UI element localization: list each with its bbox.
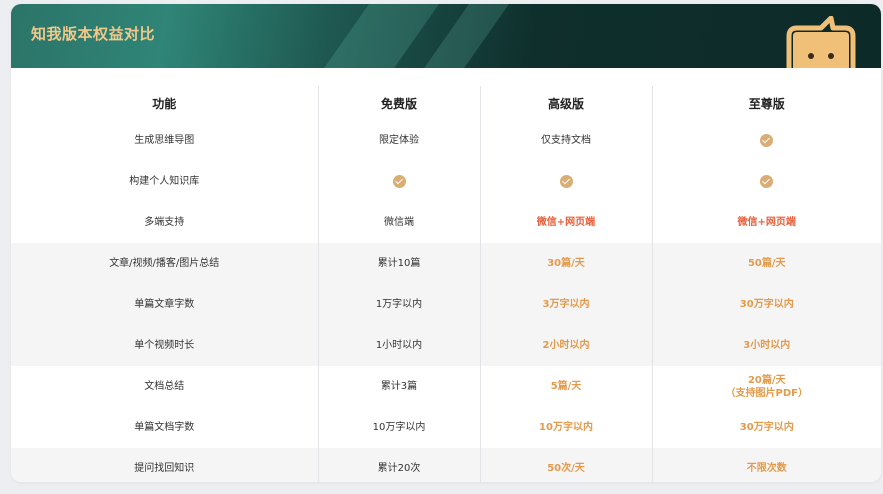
ultimate-value: 30万字以内 [739,422,794,433]
table-row: 单篇文档字数 10万字以内 10万字以内 30万字以内 [11,407,881,448]
premium-cell: 50次/天 [479,448,652,482]
feature-cell: 生成思维导图 [134,135,195,146]
free-cell: 1万字以内 [317,284,480,325]
free-value: 1小时以内 [375,340,423,351]
table-row: 单篇文章字数 1万字以内 3万字以内 30万字以内 [11,284,881,325]
free-cell: 累计10篇 [317,243,480,284]
free-value: 1万字以内 [375,299,423,310]
premium-value: 5篇/天 [550,381,582,392]
premium-value: 3万字以内 [542,299,590,310]
table-row: 单个视频时长 1小时以内 2小时以内 3小时以内 [11,325,881,366]
table-header-row: 功能 免费版 高级版 至尊版 [11,86,881,120]
check-icon [760,174,774,188]
ultimate-cell: 50篇/天 [651,243,881,284]
ultimate-value: 微信+网页端 [737,217,796,228]
feature-cell: 文档总结 [144,381,185,392]
free-cell: 微信端 [317,202,480,243]
feature-cell: 构建个人知识库 [129,176,200,187]
table-row: 构建个人知识库 [11,161,881,202]
premium-value: 50次/天 [547,463,585,474]
premium-value: 10万字以内 [539,422,593,433]
free-cell: 限定体验 [317,120,480,161]
premium-cell: 30篇/天 [479,243,652,284]
free-value: 10万字以内 [372,422,426,433]
free-value: 限定体验 [379,135,419,146]
column-header-feature: 功能 [152,96,177,111]
table-row: 多端支持 微信端 微信+网页端 微信+网页端 [11,202,881,243]
premium-cell [479,161,652,202]
premium-value: 30篇/天 [547,258,585,269]
feature-cell: 单篇文档字数 [134,422,195,433]
feature-cell: 提问找回知识 [11,448,318,482]
premium-cell: 10万字以内 [479,407,652,448]
ultimate-cell: 不限次数 [651,448,881,482]
free-cell: 累计20次 [317,448,480,482]
feature-cell: 单篇文章字数 [11,284,318,325]
mascot-icon [786,16,856,68]
page-title: 知我版本权益对比 [31,25,156,43]
ultimate-cell: 30万字以内 [651,407,881,448]
check-icon [392,174,406,188]
header-banner: 知我版本权益对比 [11,4,881,68]
ultimate-value: 3小时以内 [743,340,791,351]
premium-cell: 微信+网页端 [479,202,652,243]
premium-value: 2小时以内 [542,340,590,351]
premium-cell: 5篇/天 [479,366,652,407]
table-row: 文档总结 累计3篇 5篇/天 20篇/天 （支持图片PDF） [11,366,881,407]
comparison-card: 知我版本权益对比 功能 免费版 高级版 至尊版 生成思维导图 限定体验 仅支持文档构… [11,4,881,482]
feature-cell: 多端支持 [144,217,185,228]
premium-cell: 仅支持文档 [479,120,652,161]
check-icon [559,174,573,188]
premium-cell: 2小时以内 [479,325,652,366]
free-cell [317,161,480,202]
free-cell: 累计3篇 [317,366,480,407]
ultimate-cell: 微信+网页端 [651,202,881,243]
ultimate-value: 20篇/天 [747,374,786,386]
free-value: 累计10篇 [377,258,421,269]
ultimate-value-note: （支持图片PDF） [725,387,808,399]
free-value: 微信端 [384,217,414,228]
column-header-ultimate: 至尊版 [651,86,881,120]
free-cell: 1小时以内 [317,325,480,366]
premium-value: 仅支持文档 [541,135,591,146]
ultimate-cell: 30万字以内 [651,284,881,325]
premium-cell: 3万字以内 [479,284,652,325]
feature-cell: 单个视频时长 [11,325,318,366]
table-row: 生成思维导图 限定体验 仅支持文档 [11,120,881,161]
free-cell: 10万字以内 [317,407,480,448]
ultimate-cell [651,120,881,161]
ultimate-cell: 20篇/天 （支持图片PDF） [651,366,881,407]
table-row: 文章/视频/播客/图片总结 累计10篇 30篇/天 50篇/天 [11,243,881,284]
free-value: 累计20次 [377,463,421,474]
feature-cell: 文章/视频/播客/图片总结 [11,243,318,284]
table-row: 提问找回知识 累计20次 50次/天 不限次数 [11,448,881,482]
column-header-premium: 高级版 [479,86,652,120]
check-icon [760,133,774,147]
premium-value: 微信+网页端 [536,217,596,228]
column-header-free: 免费版 [317,86,480,120]
ultimate-cell: 3小时以内 [651,325,881,366]
ultimate-cell [651,161,881,202]
ultimate-value: 30万字以内 [739,299,794,310]
ultimate-value: 50篇/天 [747,258,786,269]
comparison-table: 功能 免费版 高级版 至尊版 生成思维导图 限定体验 仅支持文档 构建个人知识库 多端支… [11,86,881,482]
ultimate-value: 不限次数 [746,463,787,474]
free-value: 累计3篇 [380,381,418,392]
